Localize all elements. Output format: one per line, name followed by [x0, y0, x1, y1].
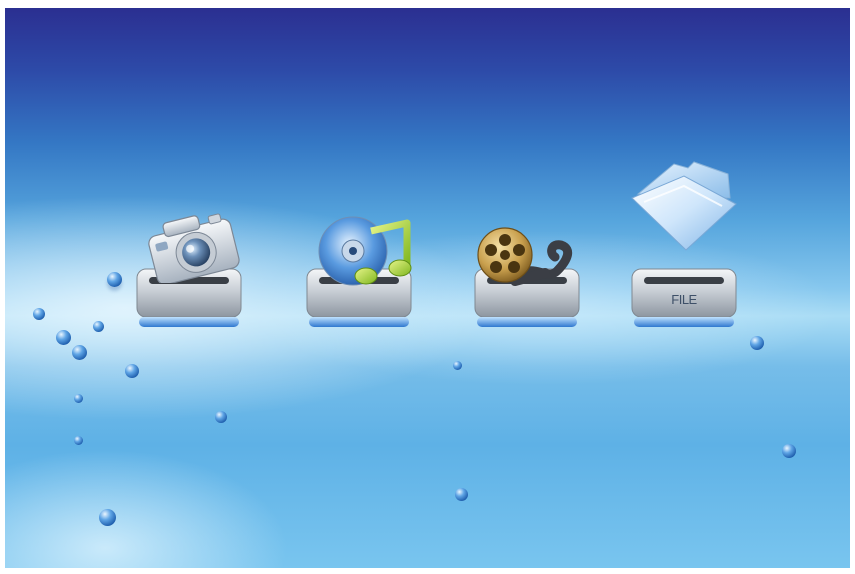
bubble — [455, 488, 468, 501]
bubble — [74, 394, 83, 403]
camera-icon — [148, 213, 240, 283]
bubble — [107, 272, 122, 287]
bubble — [74, 436, 83, 445]
menu-item-file[interactable]: FILE — [630, 161, 740, 333]
folder-icon — [631, 161, 737, 251]
bubble — [453, 361, 462, 370]
bubble — [93, 321, 104, 332]
bubble — [782, 444, 796, 458]
menu-item-movie[interactable] — [473, 203, 583, 333]
menu-item-photo[interactable] — [135, 203, 245, 333]
file-label: FILE — [671, 292, 697, 307]
bubble — [750, 336, 764, 350]
bubble — [72, 345, 87, 360]
bubble — [125, 364, 139, 378]
main-menu-screen: FILE — [5, 8, 850, 568]
bubble — [215, 411, 227, 423]
bubble — [33, 308, 45, 320]
music-disc-icon — [318, 216, 412, 286]
bubble — [56, 330, 71, 345]
bubble — [99, 509, 116, 526]
menu-item-music[interactable] — [305, 203, 415, 333]
film-reel-icon — [477, 227, 573, 286]
